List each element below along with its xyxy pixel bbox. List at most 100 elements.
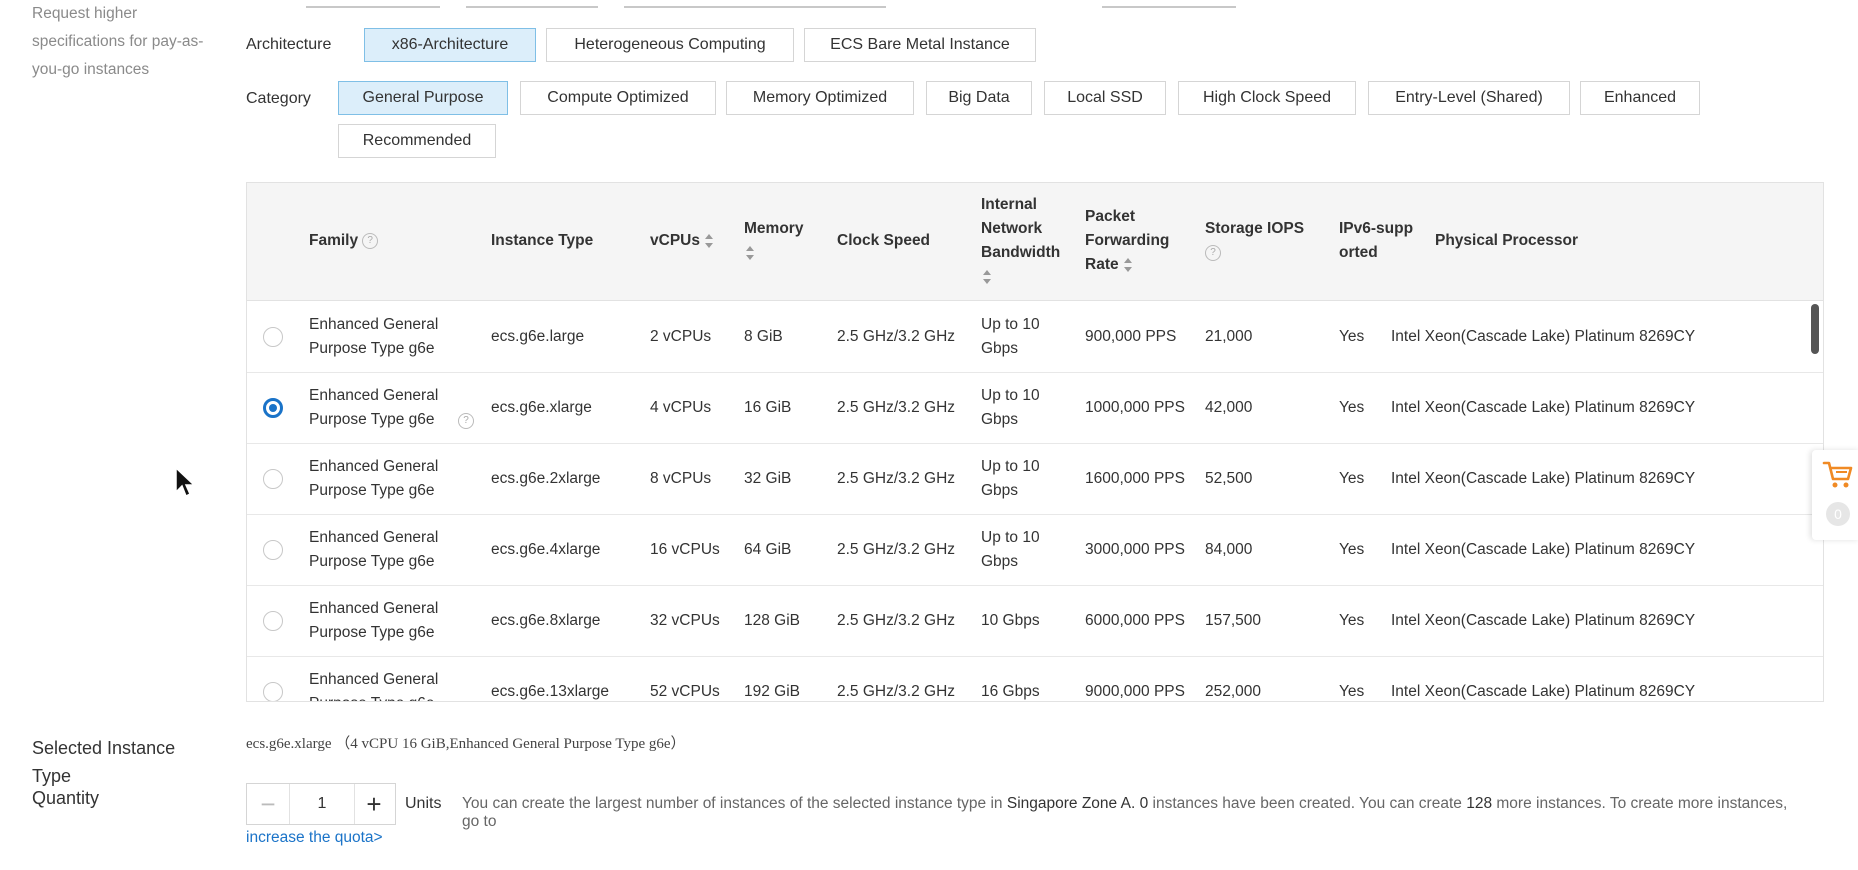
cell-clock-speed: 2.5 GHz/3.2 GHz — [837, 328, 956, 345]
row-select-radio[interactable] — [263, 327, 283, 347]
table-row[interactable]: Enhanced General Purpose Type g6e ecs.g6e… — [247, 302, 1823, 373]
cell-iops: 157,500 — [1205, 612, 1262, 629]
quantity-label: Quantity — [32, 788, 100, 808]
cell-bandwidth: Up to 10 Gbps — [981, 458, 1040, 499]
row-select-radio[interactable] — [263, 611, 283, 631]
sort-icon[interactable] — [1123, 257, 1133, 273]
table-row[interactable]: Enhanced General Purpose Type g6e? ecs.g6… — [247, 373, 1823, 444]
quantity-info-line-1: You can create the largest number of ins… — [462, 795, 1788, 830]
cell-family: Enhanced General Purpose Type g6e — [309, 600, 439, 641]
table-row[interactable]: Enhanced General Purpose Type g6e ecs.g6e… — [247, 657, 1823, 701]
header-physical-processor: Physical Processor — [1435, 232, 1579, 249]
cell-clock-speed: 2.5 GHz/3.2 GHz — [837, 470, 956, 487]
category-big-data[interactable]: Big Data — [926, 81, 1032, 115]
decrement-button[interactable]: − — [247, 784, 289, 824]
header-storage-iops: Storage IOPS? — [1205, 217, 1315, 265]
cell-bandwidth: Up to 10 Gbps — [981, 387, 1040, 428]
cell-family: Enhanced General Purpose Type g6e — [309, 316, 439, 357]
category-enhanced[interactable]: Enhanced — [1580, 81, 1700, 115]
increase-quota-link[interactable]: increase the quota> — [246, 829, 383, 846]
category-compute-optimized[interactable]: Compute Optimized — [520, 81, 716, 115]
cell-physical-processor: Intel Xeon(Cascade Lake) Platinum 8269CY — [1391, 683, 1696, 700]
header-instance-type: Instance Type — [491, 232, 594, 249]
sort-icon[interactable] — [746, 245, 755, 261]
cell-family: Enhanced General Purpose Type g6e — [309, 671, 439, 701]
cell-iops: 21,000 — [1205, 328, 1253, 345]
header-vcpus[interactable]: vCPUs — [650, 229, 714, 253]
cart-icon[interactable] — [1822, 458, 1854, 490]
cell-iops: 52,500 — [1205, 470, 1253, 487]
cell-memory: 192 GiB — [744, 683, 801, 700]
increment-button[interactable]: + — [353, 784, 395, 824]
quantity-input[interactable]: 1 — [289, 784, 355, 824]
cell-physical-processor: Intel Xeon(Cascade Lake) Platinum 8269CY — [1391, 470, 1696, 487]
cell-ipv6: Yes — [1339, 328, 1365, 345]
sort-icon[interactable] — [704, 233, 714, 249]
cell-instance-type: ecs.g6e.4xlarge — [491, 541, 601, 558]
higher-spec-note: Request higher specifications for pay-as… — [32, 5, 204, 78]
cell-vcpus: 4 vCPUs — [650, 399, 712, 416]
category-label: Category — [246, 90, 311, 107]
arch-option-heterogeneous[interactable]: Heterogeneous Computing — [546, 28, 794, 62]
table-scrollbar[interactable] — [1811, 304, 1819, 354]
cell-ipv6: Yes — [1339, 612, 1365, 629]
cell-physical-processor: Intel Xeon(Cascade Lake) Platinum 8269CY — [1391, 399, 1696, 416]
table-row[interactable]: Enhanced General Purpose Type g6e ecs.g6e… — [247, 444, 1823, 515]
cell-bandwidth: 10 Gbps — [981, 612, 1040, 629]
cell-physical-processor: Intel Xeon(Cascade Lake) Platinum 8269CY — [1391, 541, 1696, 558]
cell-instance-type: ecs.g6e.large — [491, 328, 585, 345]
category-memory-optimized[interactable]: Memory Optimized — [726, 81, 914, 115]
cell-ipv6: Yes — [1339, 683, 1365, 700]
table-row[interactable]: Enhanced General Purpose Type g6e ecs.g6e… — [247, 515, 1823, 586]
cell-clock-speed: 2.5 GHz/3.2 GHz — [837, 541, 956, 558]
category-entry-level[interactable]: Entry-Level (Shared) — [1368, 81, 1570, 115]
help-icon[interactable]: ? — [362, 232, 379, 249]
header-memory[interactable]: Memory — [744, 217, 824, 265]
cell-memory: 32 GiB — [744, 470, 792, 487]
table-row[interactable]: Enhanced General Purpose Type g6e ecs.g6e… — [247, 586, 1823, 657]
mouse-cursor-icon — [175, 466, 196, 498]
category-high-clock-speed[interactable]: High Clock Speed — [1178, 81, 1356, 115]
cell-physical-processor: Intel Xeon(Cascade Lake) Platinum 8269CY — [1391, 328, 1696, 345]
cell-pps: 900,000 PPS — [1085, 328, 1177, 345]
cell-family: Enhanced General Purpose Type g6e — [309, 529, 439, 570]
quantity-stepper[interactable]: − 1 + — [246, 783, 396, 825]
selected-instance-type-value: ecs.g6e.xlarge （4 vCPU 16 GiB,Enhanced G… — [246, 736, 686, 752]
shopping-cart-widget[interactable]: 0 — [1812, 450, 1858, 540]
cell-instance-type: ecs.g6e.2xlarge — [491, 470, 601, 487]
sort-icon[interactable] — [983, 269, 992, 285]
help-icon[interactable]: ? — [1205, 244, 1221, 261]
category-recommended[interactable]: Recommended — [338, 124, 496, 158]
cart-count-badge: 0 — [1826, 502, 1850, 526]
cell-bandwidth: 16 Gbps — [981, 683, 1040, 700]
cell-physical-processor: Intel Xeon(Cascade Lake) Platinum 8269CY — [1391, 612, 1696, 629]
header-packet-forwarding-rate[interactable]: Packet Forwarding Rate — [1085, 205, 1183, 277]
category-general-purpose[interactable]: General Purpose — [338, 81, 508, 115]
cell-pps: 9000,000 PPS — [1085, 683, 1185, 700]
cell-ipv6: Yes — [1339, 399, 1365, 416]
arch-option-bare-metal[interactable]: ECS Bare Metal Instance — [804, 28, 1036, 62]
header-bandwidth[interactable]: Internal Network Bandwidth — [981, 193, 1075, 289]
header-clock-speed: Clock Speed — [837, 232, 931, 249]
cell-instance-type: ecs.g6e.13xlarge — [491, 683, 610, 700]
row-select-radio[interactable] — [263, 469, 283, 489]
row-select-radio[interactable] — [263, 540, 283, 560]
category-local-ssd[interactable]: Local SSD — [1044, 81, 1166, 115]
arch-option-x86[interactable]: x86-Architecture — [364, 28, 536, 62]
cell-pps: 1000,000 PPS — [1085, 399, 1185, 416]
header-family: Family? — [309, 229, 379, 253]
top-divider — [466, 6, 598, 8]
instance-type-table: Family? Instance Type vCPUs Memory Clock… — [246, 182, 1824, 702]
cell-iops: 84,000 — [1205, 541, 1253, 558]
created-count: 0 — [1139, 795, 1149, 812]
row-select-radio[interactable] — [263, 398, 283, 418]
top-divider — [624, 6, 886, 8]
help-icon[interactable]: ? — [458, 413, 474, 429]
cell-instance-type: ecs.g6e.8xlarge — [491, 612, 601, 629]
cell-pps: 1600,000 PPS — [1085, 470, 1185, 487]
cell-family: Enhanced General Purpose Type g6e — [309, 387, 439, 428]
row-select-radio[interactable] — [263, 682, 283, 701]
cell-clock-speed: 2.5 GHz/3.2 GHz — [837, 683, 956, 700]
cell-vcpus: 52 vCPUs — [650, 683, 720, 700]
architecture-label: Architecture — [246, 36, 332, 53]
